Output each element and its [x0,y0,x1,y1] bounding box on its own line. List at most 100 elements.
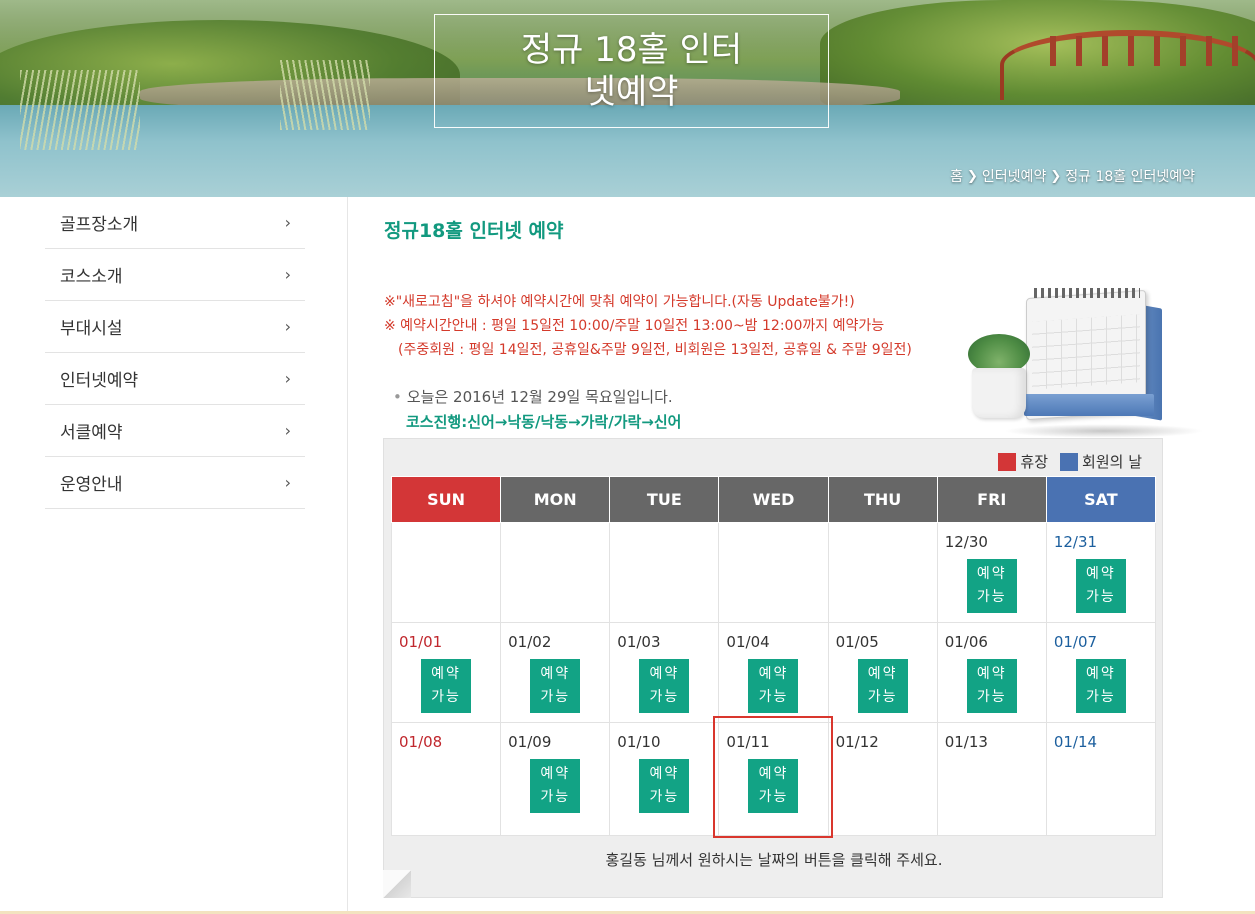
calendar-body: 12/30 예약 가능 12/31 예약 가능 01/01 예약 가능 01/02 예약 가능 01/0… [390,522,1157,836]
content-divider [347,197,348,914]
reserve-available-button[interactable]: 예약가능 [1075,659,1126,713]
reserve-available-button[interactable]: 예약가능 [421,659,472,713]
day-date: 01/03 [617,633,661,651]
reserve-available-button[interactable]: 예약 가능 [748,659,799,713]
calendar-day-cell: 12/30 예약 가능 [936,522,1047,623]
calendar-day-cell: 01/14 [1045,722,1157,836]
button-label-line2: 가능 [431,689,461,705]
button-label-line2: 가능 [649,789,680,805]
calendar-week-row: 01/01 예약 가능 01/02 예약 가능 01/03 예약 가능 01/04 예약 가능 01/0… [390,622,1157,723]
button-label-line2: 가능 [976,689,1007,705]
reserve-available-button[interactable]: 예약 가능 [1075,559,1126,613]
hero-title-line2: 넷예약 [584,72,679,112]
day-date: 01/09 [508,733,552,751]
calendar-grid [1032,314,1140,390]
calendar-day-cell: 01/10 예약가능 [609,722,720,836]
hero-grass [280,60,370,130]
button-label-line1: 예약 [976,566,1007,582]
button-label-line1: 예약 [649,666,680,682]
button-label-line2: 가능 [540,789,571,805]
weekday-header-fri: FRI [936,476,1047,523]
sidebar-item-circle-reservation[interactable]: 서클예약 › [45,405,305,457]
reservation-notice: ※"새로고침"을 하셔야 예약시간에 맞춰 예약이 가능합니다.(자동 Upda… [384,290,912,362]
calendar-header-row: SUN MON TUE WED THU FRI SAT [390,476,1157,523]
today-text: 오늘은 2016년 12월 29일 목요일입니다. [406,388,673,406]
button-label-line1: 예약 [649,766,680,782]
calendar-week-row: 01/08 01/09 예약 가능 01/10 예약 가능 01/11 예약 가능 01/12 01/… [390,722,1157,836]
sidebar-item-golf-intro[interactable]: 골프장소개 › [45,197,305,249]
breadcrumb-reservation[interactable]: 인터넷예약 [982,166,1046,186]
sidebar-item-internet-reservation[interactable]: 인터넷예약 › [45,353,305,405]
day-date: 01/10 [617,733,661,751]
button-label-line2: 가능 [540,689,571,705]
day-date: 01/04 [726,633,770,651]
reserve-available-button[interactable]: 예약가능 [639,759,690,813]
breadcrumb: 홈 ❯ 인터넷예약 ❯ 정규 18홀 인터넷예약 [950,166,1195,186]
chevron-right-icon: › [284,421,291,440]
day-date: 01/05 [835,633,879,651]
calendar-week-row: 12/30 예약 가능 12/31 예약 가능 [390,522,1157,623]
calendar-day-cell: 01/04 예약 가능 [718,622,829,723]
page-title-box: 정규 18홀 인터 넷예약 [434,14,829,128]
button-label-line1: 예약 [1086,666,1116,682]
calendar-day-cell: 01/03 예약가능 [609,622,720,723]
bullet-icon: • [393,388,402,406]
day-date: 01/12 [835,733,879,751]
sidebar-item-label: 서클예약 [60,423,123,443]
calendar-help-text: 홍길동 님께서 원하시는 날짜의 버튼을 클릭해 주세요. [605,851,943,869]
calendar-day-cell: 01/13 [936,722,1047,836]
sidebar-item-label: 코스소개 [60,267,123,287]
day-date: 01/06 [944,633,988,651]
day-date: 01/07 [1053,633,1098,651]
calendar-day-cell [500,522,611,623]
day-date: 01/01 [399,633,443,651]
calendar-day-cell [718,522,829,623]
day-date: 01/08 [399,733,443,751]
hero-grass [20,70,140,150]
reserve-available-button[interactable]: 예약가능 [530,759,581,813]
reservation-calendar: 휴장 회원의 날 SUN MON TUE WED THU FRI SAT 12/… [383,438,1163,898]
weekday-header-wed: WED [718,476,829,523]
breadcrumb-home[interactable]: 홈 [950,166,963,186]
calendar-day-cell: 01/07 예약가능 [1045,622,1157,723]
sidebar-item-label: 운영안내 [60,475,123,495]
sidebar-item-operation-info[interactable]: 운영안내 › [45,457,305,509]
reserve-available-button[interactable]: 예약 가능 [966,559,1017,613]
reserve-available-button[interactable]: 예약 가능 [530,659,581,713]
calendar-legend: 휴장 회원의 날 [992,451,1142,472]
reserve-available-button[interactable]: 예약가능 [639,659,690,713]
button-label-line2: 가능 [649,689,680,705]
day-date: 01/11 [726,733,770,751]
day-date: 12/31 [1053,533,1098,551]
sidebar-item-facilities[interactable]: 부대시설 › [45,301,305,353]
notice-refresh: ※"새로고침"을 하셔야 예약시간에 맞춰 예약이 가능합니다.(자동 Upda… [384,294,855,310]
button-label-line2: 가능 [1086,689,1116,705]
sidebar-item-course-intro[interactable]: 코스소개 › [45,249,305,301]
legend-label: 휴장 [1020,453,1049,471]
chevron-right-icon: ❯ [967,168,978,184]
calendar-base [1024,394,1154,416]
button-label-line1: 예약 [431,666,461,682]
calendar-illustration [964,286,1204,438]
reserve-available-button[interactable]: 예약 가능 [748,759,799,813]
sidebar-item-label: 부대시설 [60,319,123,339]
calendar-day-cell [827,522,938,623]
calendar-day-cell: 01/01 예약가능 [390,622,502,723]
reserve-available-button[interactable]: 예약 가능 [857,659,908,713]
button-label-line1: 예약 [758,766,789,782]
button-label-line1: 예약 [976,666,1007,682]
chevron-right-icon: › [284,473,291,492]
calendar-day-cell: 01/12 [827,722,938,836]
button-label-line1: 예약 [540,766,571,782]
page-curl-corner [383,870,411,898]
calendar-day-cell [609,522,720,623]
illustration-shadow [1004,424,1204,438]
section-title: 정규18홀 인터넷 예약 [384,220,564,242]
reserve-available-button[interactable]: 예약가능 [966,659,1017,713]
legend-label: 회원의 날 [1082,453,1142,471]
breadcrumb-current: 정규 18홀 인터넷예약 [1065,169,1195,185]
button-label-line2: 가능 [867,689,898,705]
sidebar-item-label: 골프장소개 [60,215,139,235]
button-label-line2: 가능 [1086,589,1116,605]
hero-title-line1: 정규 18홀 인터 [520,30,743,70]
